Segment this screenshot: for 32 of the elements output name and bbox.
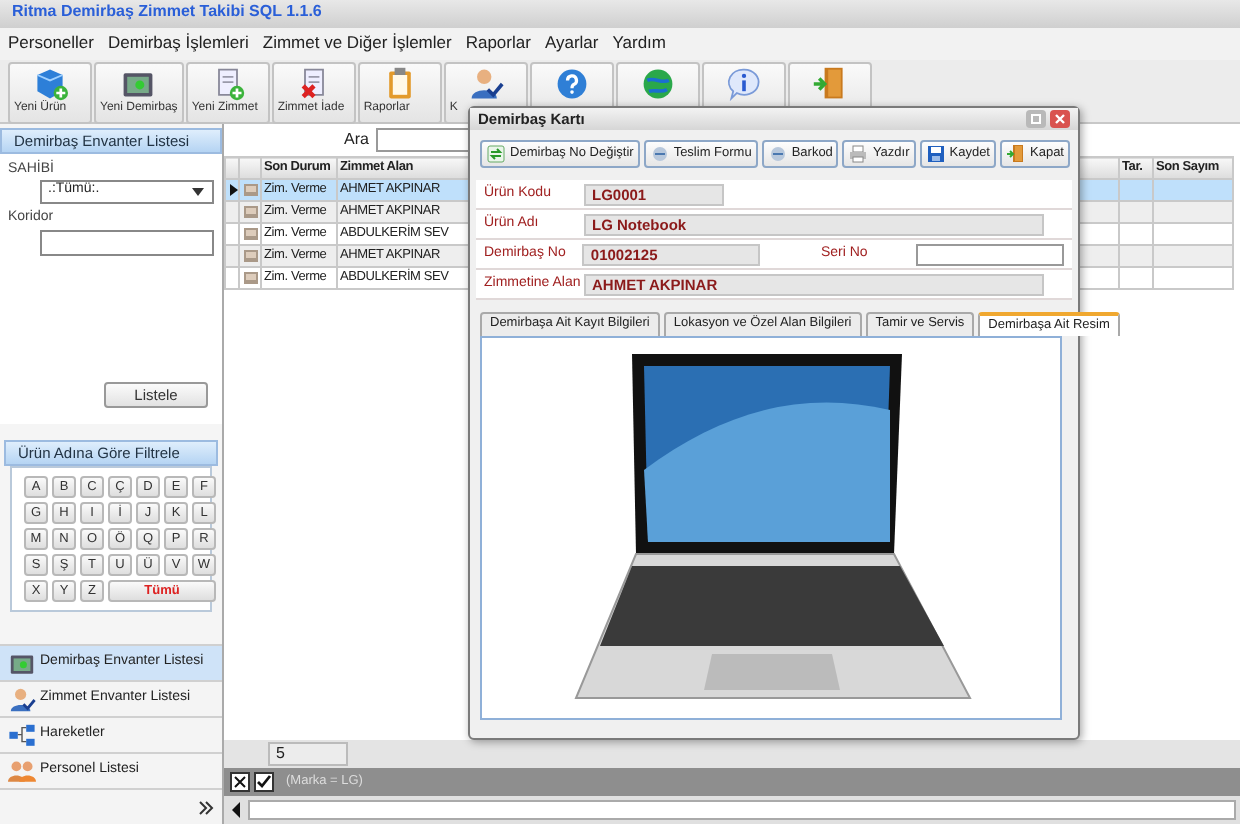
caret-icon — [190, 182, 206, 201]
menu-item[interactable]: Ayarlar — [544, 32, 599, 56]
info-icon — [725, 66, 762, 102]
person-check-icon — [467, 66, 504, 102]
row-count: 5 — [268, 742, 348, 766]
clear-filter-button[interactable] — [230, 772, 250, 792]
person-check-icon — [8, 685, 36, 713]
chevron-icon — [198, 799, 214, 815]
swap-icon — [486, 144, 507, 164]
people-icon — [8, 757, 36, 785]
printer-icon — [848, 144, 869, 164]
close-button[interactable] — [1050, 110, 1070, 128]
menu-item[interactable]: Zimmet ve Diğer İşlemler — [262, 32, 452, 56]
door-icon — [1006, 144, 1026, 164]
row-pointer-icon — [228, 181, 240, 198]
menu-item[interactable]: Personeller — [8, 32, 94, 56]
globe-icon — [639, 66, 676, 102]
menu-item[interactable]: Raporlar — [465, 32, 531, 56]
help-icon — [553, 66, 590, 102]
door-icon — [811, 66, 848, 102]
scroll-arrow-icon[interactable] — [228, 800, 244, 820]
menu-item[interactable]: Yardım — [612, 32, 667, 56]
corridor-dropdown[interactable] — [40, 229, 214, 256]
scrollbar-thumb[interactable] — [248, 800, 1236, 820]
cube-plus-icon — [32, 66, 68, 102]
serial-field[interactable] — [915, 243, 1065, 265]
network-icon — [8, 721, 36, 749]
search-label: Ara — [344, 130, 369, 150]
save-icon — [925, 144, 946, 164]
filter-checkbox[interactable] — [254, 772, 274, 792]
window-title: Ritma Demirbaş Zimmet Takibi SQL 1.1.6 — [12, 2, 322, 20]
menu-item[interactable]: Demirbaş İşlemleri — [108, 32, 249, 56]
